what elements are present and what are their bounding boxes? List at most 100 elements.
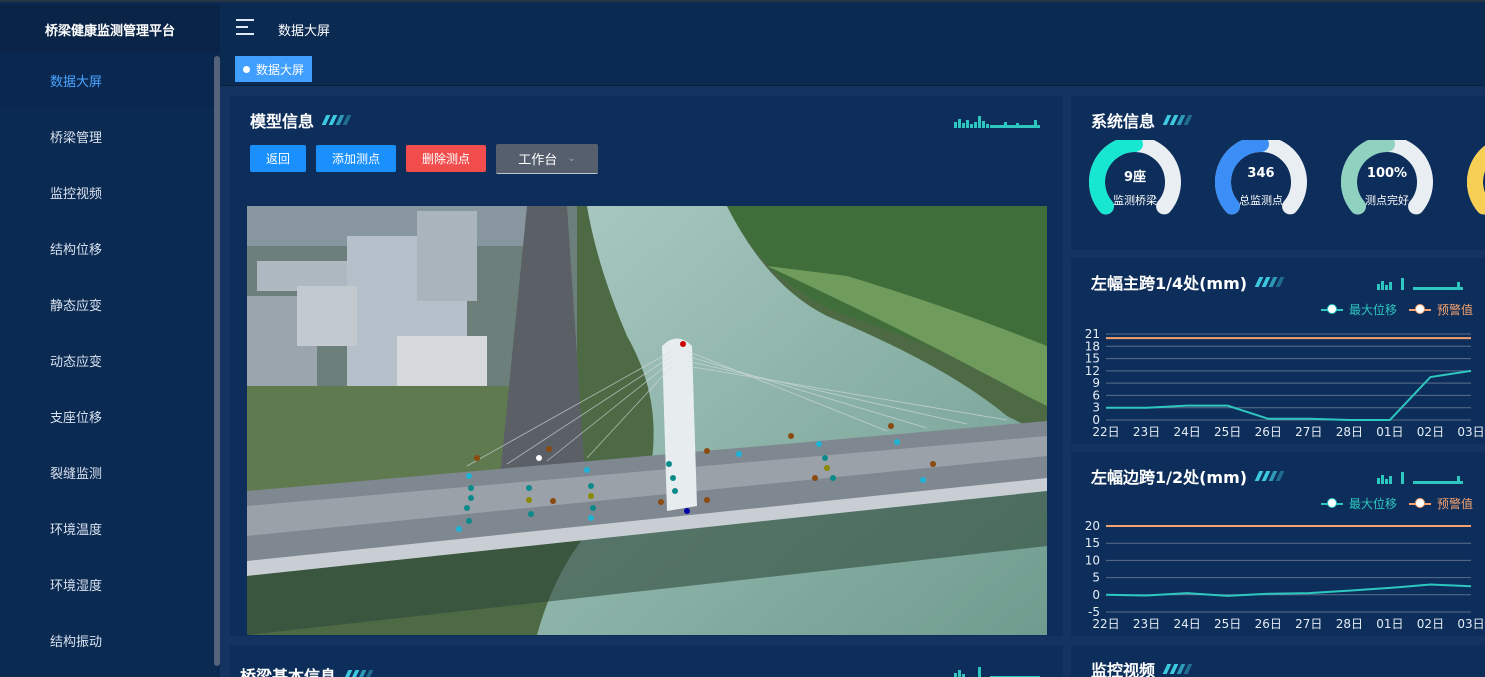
legend-marker-icon xyxy=(1321,497,1343,508)
chart-panel-main-span: 左幅主跨1/4处(mm) 最大位移 预警值 0 3 6 9 12 15 18 21 22日 23日… xyxy=(1071,258,1485,444)
menu-toggle-icon[interactable] xyxy=(236,19,254,35)
chart-header: 左幅边跨1/2处(mm) xyxy=(1091,464,1285,488)
chevron-down-icon: ⌄ xyxy=(567,153,576,164)
gauge xyxy=(1465,140,1485,220)
sidebar-item-bearing[interactable]: 支座位移 xyxy=(0,388,220,444)
app-title: 桥梁健康监测管理平台 xyxy=(0,4,220,54)
chart-title: 左幅主跨1/4处(mm) xyxy=(1091,274,1248,293)
x-tick-label: 22日 xyxy=(1092,617,1119,631)
workbench-dropdown[interactable]: 工作台 ⌄ xyxy=(496,144,598,174)
x-tick-label: 22日 xyxy=(1092,425,1119,439)
legend-label: 最大位移 xyxy=(1349,497,1398,511)
legend-marker-icon xyxy=(1409,303,1431,314)
panel-title: 系统信息 xyxy=(1091,112,1156,131)
x-tick-label: 02日 xyxy=(1417,617,1444,631)
sidebar-item-dashboard[interactable]: 数据大屏 xyxy=(0,52,220,108)
bridge-info-header: 桥梁基本信息 xyxy=(240,663,374,677)
y-tick-label: 15 xyxy=(1085,536,1100,550)
gauge-value: 9座 xyxy=(1123,170,1147,185)
sidebar: 数据大屏 桥梁管理 监控视频 结构位移 静态应变 动态应变 支座位移 裂缝监测 … xyxy=(0,52,220,677)
legend-warn[interactable]: 预警值 xyxy=(1409,301,1473,318)
legend-marker-icon xyxy=(1321,303,1343,314)
add-point-button[interactable]: 添加测点 xyxy=(316,145,396,172)
back-button[interactable]: 返回 xyxy=(250,145,306,172)
wave-decoration-icon xyxy=(954,116,1040,128)
y-tick-label: 18 xyxy=(1085,339,1100,353)
y-tick-label: 10 xyxy=(1085,553,1100,567)
tab-dashboard[interactable]: 数据大屏 xyxy=(235,56,313,82)
video-header: 监控视频 xyxy=(1091,657,1193,677)
panel-title: 监控视频 xyxy=(1091,661,1156,677)
gauge: 346 总监测点 xyxy=(1213,136,1309,220)
legend-marker-icon xyxy=(1409,497,1431,508)
x-tick-label: 26日 xyxy=(1255,617,1282,631)
panel-title: 桥梁基本信息 xyxy=(240,667,337,677)
x-tick-label: 02日 xyxy=(1417,425,1444,439)
gauge-label: 监测桥梁 xyxy=(1113,194,1157,207)
stripes-icon xyxy=(343,670,374,677)
x-tick-label: 03日 xyxy=(1457,617,1484,631)
sidebar-item-vibration[interactable]: 结构振动 xyxy=(0,612,220,668)
gauge-value: 346 xyxy=(1247,166,1275,181)
delete-point-button[interactable]: 删除测点 xyxy=(406,145,486,172)
y-tick-label: 9 xyxy=(1092,376,1100,390)
sidebar-item-crack[interactable]: 裂缝监测 xyxy=(0,444,220,500)
stripes-icon xyxy=(1162,664,1193,674)
legend-warn[interactable]: 预警值 xyxy=(1409,495,1473,512)
system-info-header: 系统信息 xyxy=(1091,108,1193,132)
wave-decoration-icon xyxy=(1377,278,1463,290)
sidebar-item-bridge-management[interactable]: 桥梁管理 xyxy=(0,108,220,164)
chart-title: 左幅边跨1/2处(mm) xyxy=(1091,468,1248,487)
x-tick-label: 23日 xyxy=(1133,425,1160,439)
gauge-ring xyxy=(1467,145,1485,215)
wave-decoration-icon xyxy=(954,667,1040,677)
video-panel: 监控视频 xyxy=(1071,645,1485,677)
y-tick-label: 0 xyxy=(1092,588,1100,602)
legend-max[interactable]: 最大位移 xyxy=(1321,301,1397,318)
y-tick-label: 15 xyxy=(1085,352,1100,366)
stripes-icon xyxy=(321,115,352,125)
sidebar-item-humidity[interactable]: 环境湿度 xyxy=(0,556,220,612)
legend-label: 预警值 xyxy=(1437,497,1474,511)
legend-max[interactable]: 最大位移 xyxy=(1321,495,1397,512)
wave-decoration-icon xyxy=(1377,472,1463,484)
x-tick-label: 28日 xyxy=(1336,617,1363,631)
y-tick-label: 6 xyxy=(1092,388,1100,402)
sidebar-item-temperature[interactable]: 环境温度 xyxy=(0,500,220,556)
bridge-model-view[interactable] xyxy=(247,206,1047,635)
x-tick-label: 25日 xyxy=(1214,425,1241,439)
gauge-value: 100% xyxy=(1366,166,1408,181)
stripes-icon xyxy=(1254,471,1285,481)
sidebar-item-static-strain[interactable]: 静态应变 xyxy=(0,276,220,332)
sidebar-item-dynamic-strain[interactable]: 动态应变 xyxy=(0,332,220,388)
x-tick-label: 27日 xyxy=(1295,425,1322,439)
y-tick-label: 20 xyxy=(1085,519,1100,533)
gauge-label: 测点完好 xyxy=(1365,194,1409,207)
y-tick-label: 12 xyxy=(1085,364,1100,378)
breadcrumb: 数据大屏 xyxy=(278,24,331,39)
x-tick-label: 23日 xyxy=(1133,617,1160,631)
x-tick-label: 03日 xyxy=(1457,425,1484,439)
gauge-label: 总监测点 xyxy=(1239,194,1283,207)
stripes-icon xyxy=(1254,277,1285,287)
legend-label: 预警值 xyxy=(1437,303,1474,317)
top-bar: 桥梁健康监测管理平台 数据大屏 xyxy=(0,0,1485,54)
chart-panel-side-span: 左幅边跨1/2处(mm) 最大位移 预警值 -5 0 5 10 15 20 22日 23日 24… xyxy=(1071,452,1485,636)
sidebar-item-video[interactable]: 监控视频 xyxy=(0,164,220,220)
line-chart-side-span: -50510152022日 23日 24日 25日 26日 27日 28日 01日 02日 03日 xyxy=(1085,519,1485,631)
x-tick-label: 24日 xyxy=(1173,425,1200,439)
legend-label: 最大位移 xyxy=(1349,303,1398,317)
gauge-fill xyxy=(1467,145,1485,215)
x-tick-label: 01日 xyxy=(1376,425,1403,439)
tag-bar: 数据大屏 xyxy=(220,52,1485,86)
model-panel-header: 模型信息 xyxy=(250,108,352,132)
system-info-panel: 系统信息 9座监测桥梁 346 总监测点 100% 测点完好 xyxy=(1071,96,1485,250)
workbench-label: 工作台 xyxy=(518,153,558,168)
x-tick-label: 01日 xyxy=(1376,617,1403,631)
sidebar-item-displacement[interactable]: 结构位移 xyxy=(0,220,220,276)
gauge: 9座监测桥梁 xyxy=(1087,136,1183,220)
x-tick-label: 28日 xyxy=(1336,425,1363,439)
gauge: 100% 测点完好 xyxy=(1339,136,1435,220)
y-tick-label: 5 xyxy=(1092,571,1100,585)
x-tick-label: 27日 xyxy=(1295,617,1322,631)
